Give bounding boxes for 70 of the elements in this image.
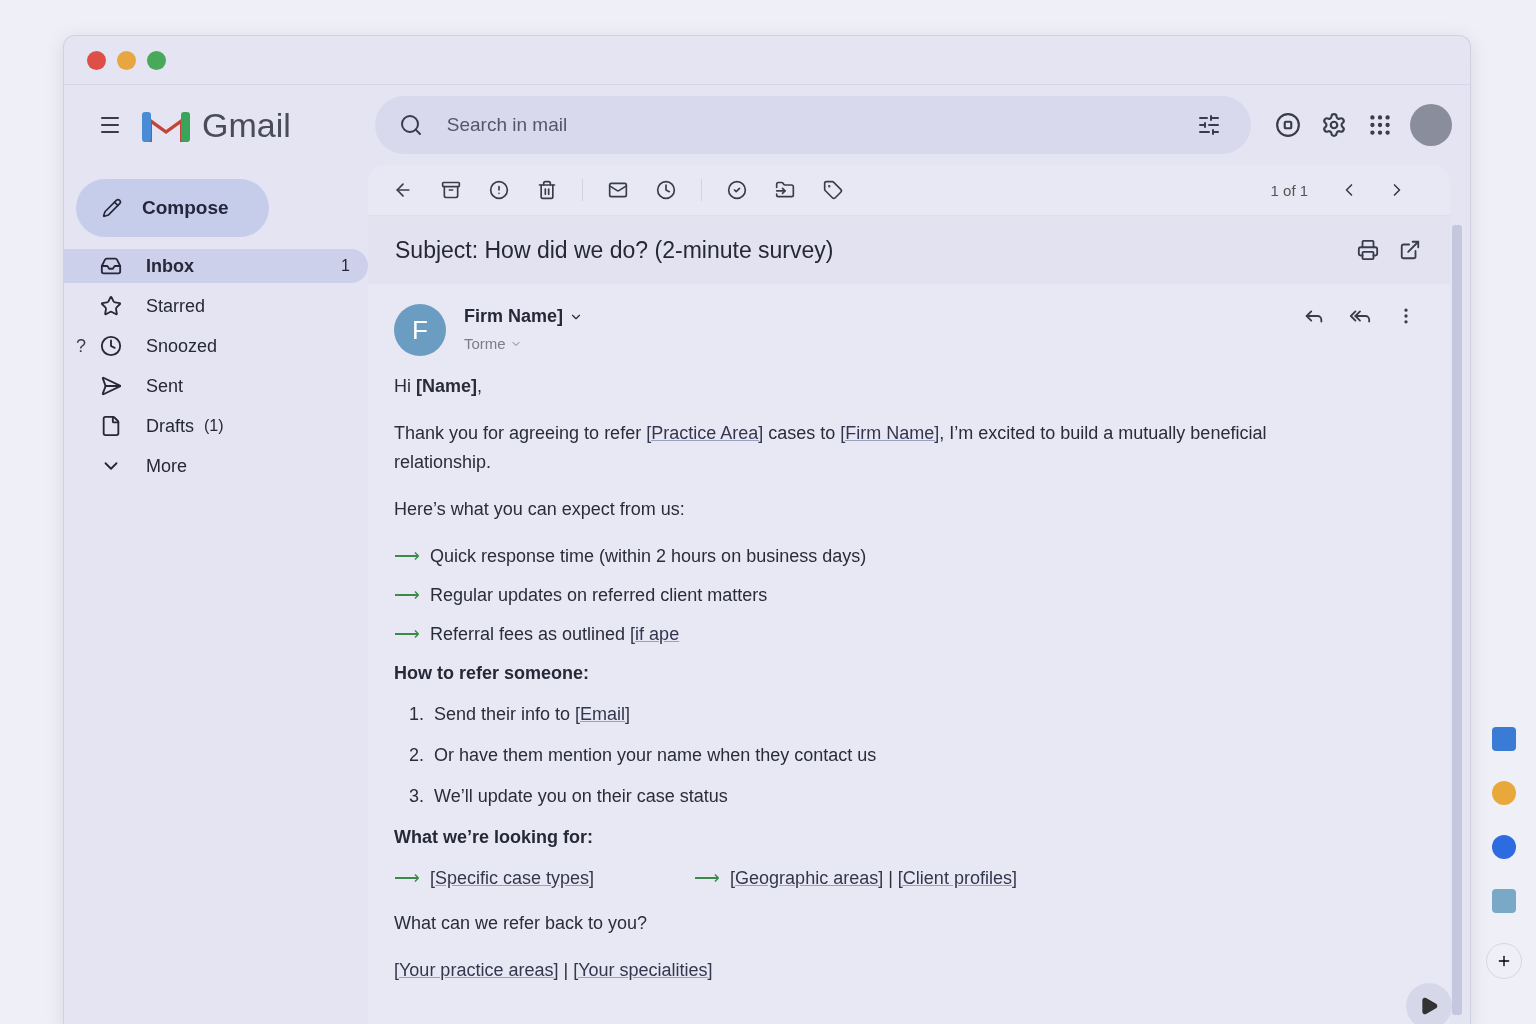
placeholder-link[interactable]: [if ape	[630, 624, 680, 644]
compose-button[interactable]: Compose	[76, 179, 269, 237]
drafts-icon	[100, 415, 122, 437]
section-heading: How to refer someone:	[394, 662, 591, 685]
sidebar-item[interactable]: ? Snoozed	[64, 329, 368, 363]
sidebar-item[interactable]: Drafts (1)	[64, 409, 368, 443]
inbox-icon	[100, 255, 122, 277]
close-button[interactable]	[87, 50, 106, 70]
item-label: Starred	[146, 295, 206, 317]
sidebar-item[interactable]: More	[64, 449, 368, 483]
prefix-mark: ?	[76, 335, 86, 357]
pencil-icon	[102, 198, 122, 218]
pager-text: 1 of 1	[1270, 181, 1309, 199]
arrow-marker: ⟶	[394, 545, 420, 568]
list-number: 1.	[408, 703, 424, 726]
paragraph: Hi [Name],	[394, 375, 484, 398]
section-heading: What we’re looking for:	[394, 826, 594, 849]
play-button[interactable]	[1406, 983, 1453, 1024]
avatar[interactable]	[1410, 104, 1453, 146]
list-item-text: Referral fees as outlined [if ape	[430, 623, 680, 646]
item-label: Sent	[146, 375, 184, 397]
scrollbar[interactable]	[1452, 225, 1463, 1015]
sender-name[interactable]: Firm Name]	[464, 306, 584, 327]
placeholder-link[interactable]: [Specific case types]	[430, 864, 595, 893]
list-item-text: Send their info to [Email]	[434, 703, 631, 726]
sidebar-item[interactable]: Starred	[64, 289, 368, 323]
placeholder-link[interactable]: [Practice Area]	[646, 423, 764, 443]
item-label: Snoozed	[146, 335, 218, 357]
item-label: More	[146, 455, 187, 477]
search-input[interactable]: Search in mail	[444, 113, 1175, 137]
sidebar-item[interactable]: Sent	[64, 369, 368, 403]
starred-icon	[100, 295, 122, 317]
placeholder-link[interactable]: [Firm Name]	[840, 423, 940, 443]
list-item-text: Regular updates on referred client matters	[430, 584, 768, 607]
paragraph: Here’s what you can expect from us:	[394, 498, 686, 521]
placeholder-link[interactable]: [Geographic areas]	[730, 868, 884, 888]
placeholder-link[interactable]: [Your specialities]	[573, 960, 713, 980]
search-field[interactable]: Search in mail	[374, 96, 1251, 154]
person-icon[interactable]	[1491, 835, 1516, 859]
arrow-marker: ⟶	[694, 867, 721, 890]
sender-avatar: F	[394, 304, 446, 356]
list-number: 2.	[408, 744, 424, 767]
arrow-marker: ⟶	[394, 623, 420, 646]
sidebar-item[interactable]: Inbox 1	[64, 249, 368, 283]
snoozed-icon	[100, 335, 122, 357]
item-count: (1)	[204, 417, 224, 435]
list-item-text: [Geographic areas] | [Client profiles]	[730, 867, 1017, 890]
paragraph: What can we refer back to you?	[394, 912, 649, 935]
filter-icon[interactable]	[1196, 113, 1221, 137]
logo-text: Gmail	[202, 105, 291, 145]
placeholder-link[interactable]: [Email]	[575, 704, 631, 724]
paragraph: [Your practice areas] | [Your specialities]	[394, 959, 714, 982]
placeholder-link[interactable]: [Your practice areas]	[394, 960, 559, 980]
item-count: 1	[341, 257, 350, 275]
email-subject: Subject: How did we do? (2-minute survey)	[395, 236, 835, 264]
placeholder-link[interactable]: [Client profiles]	[897, 868, 1017, 888]
arrow-marker: ⟶	[394, 867, 420, 890]
document-icon[interactable]	[1491, 727, 1516, 751]
item-label: Drafts	[146, 415, 194, 437]
sent-icon	[100, 375, 122, 397]
add-button[interactable]	[1485, 943, 1522, 979]
arrow-marker: ⟶	[394, 584, 420, 607]
list-item-text: Quick response time (within 2 hours on business days)	[430, 545, 867, 568]
paragraph: Thank you for agreeing to refer [Practice Area] cases to [Firm Name], I’m excited to build a mutually beneficial relationship.	[394, 422, 1268, 474]
search-icon	[398, 113, 423, 137]
list-item-text: We’ll update you on their case status	[434, 785, 728, 808]
list-item-text: Or have them mention your name when they contact us	[434, 744, 877, 767]
list-number: 3.	[408, 785, 424, 808]
play-icon	[1419, 996, 1440, 1016]
item-label: Inbox	[146, 255, 194, 277]
